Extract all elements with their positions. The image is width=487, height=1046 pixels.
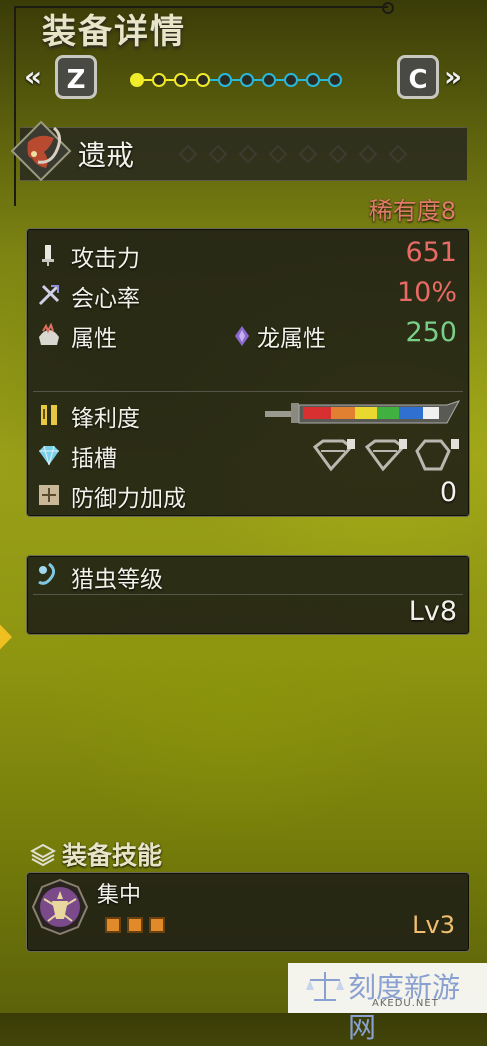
attack-value: 651: [405, 237, 457, 268]
next-arrows-icon: »: [444, 60, 463, 93]
dot-connector: [210, 79, 218, 81]
side-arrow-icon: [0, 624, 12, 650]
dot-connector: [298, 79, 306, 81]
page-dot[interactable]: [328, 73, 342, 87]
page-dot[interactable]: [130, 73, 144, 87]
dot-connector: [144, 79, 152, 81]
header-frame-knob: [382, 2, 394, 14]
skills-section-title: 装备技能: [29, 836, 163, 872]
skill-item[interactable]: 集中 Lv3: [26, 872, 470, 952]
dot-connector: [276, 79, 284, 81]
element-row: 属性 龙属性 250: [27, 315, 469, 355]
slot-icon[interactable]: [311, 437, 359, 473]
rarity-label: 稀有度8: [368, 197, 456, 225]
scale-logo-icon: [306, 972, 344, 1001]
slots-label: 插槽: [71, 446, 117, 472]
watermark-subtext: AKEDU.NET: [372, 998, 439, 1009]
affinity-row: 会心率 10%: [27, 275, 469, 315]
divider: [33, 594, 463, 595]
dot-connector: [232, 79, 240, 81]
page-dot[interactable]: [262, 73, 276, 87]
sharpness-gauge: [265, 400, 461, 424]
gem-icon: [39, 445, 59, 466]
defense-value: 0: [439, 477, 457, 508]
page-title: 装备详情: [42, 12, 186, 52]
page-dot[interactable]: [174, 73, 188, 87]
dot-connector: [166, 79, 174, 81]
page-dot[interactable]: [196, 73, 210, 87]
dot-connector: [254, 79, 262, 81]
affinity-value: 10%: [396, 277, 457, 308]
attack-label: 攻击力: [71, 246, 140, 272]
page-dot[interactable]: [218, 73, 232, 87]
sword-icon: [42, 245, 54, 266]
prev-weapon-button[interactable]: Z: [55, 55, 97, 99]
element-value: 250: [405, 317, 457, 348]
defense-label: 防御力加成: [71, 486, 186, 512]
dot-connector: [320, 79, 328, 81]
element-label: 属性: [71, 326, 117, 352]
insect-glaive-icon: [10, 120, 72, 182]
skill-pip: [127, 917, 143, 933]
skill-pip: [149, 917, 165, 933]
skills-title-text: 装备技能: [62, 841, 163, 870]
skills-icon: [29, 843, 57, 867]
page-dot[interactable]: [284, 73, 298, 87]
page-dot[interactable]: [152, 73, 166, 87]
sharpness-row: 锋利度: [27, 395, 469, 435]
prev-arrows-icon: «: [24, 60, 43, 93]
kinsect-panel: 猎虫等级 Lv8: [26, 555, 470, 635]
weapon-name: 遗戒: [78, 139, 135, 172]
affinity-label: 会心率: [71, 286, 140, 312]
page-dot[interactable]: [306, 73, 320, 87]
sharpness-icon: [41, 405, 57, 425]
skill-badge-icon: [32, 879, 88, 935]
divider: [33, 391, 463, 392]
decoration-slots: [311, 437, 463, 473]
element-icon: [39, 323, 59, 345]
skill-pip: [105, 917, 121, 933]
element-type: 龙属性: [257, 326, 326, 352]
stats-panel: 攻击力 651 会心率 10% 属性 龙属性 250 锋利度 插槽 防御力加成 …: [26, 228, 470, 517]
skill-level: Lv3: [412, 911, 455, 939]
dot-connector: [188, 79, 196, 81]
attack-row: 攻击力 651: [27, 235, 469, 275]
defense-row: 防御力加成 0: [27, 475, 469, 515]
shield-icon: [39, 485, 59, 505]
sharpness-label: 锋利度: [71, 406, 140, 432]
kinsect-level: Lv8: [408, 596, 457, 627]
kinsect-icon: [38, 562, 56, 585]
skill-name: 集中: [97, 883, 142, 908]
dragon-icon: [235, 326, 249, 346]
kinsect-label: 猎虫等级: [71, 567, 163, 593]
crit-icon: [38, 284, 60, 306]
slots-row: 插槽: [27, 435, 469, 475]
next-weapon-button[interactable]: C: [397, 55, 439, 99]
slot-icon[interactable]: [363, 437, 411, 473]
page-indicator: [130, 70, 342, 90]
slot-icon[interactable]: [415, 437, 463, 473]
page-dot[interactable]: [240, 73, 254, 87]
